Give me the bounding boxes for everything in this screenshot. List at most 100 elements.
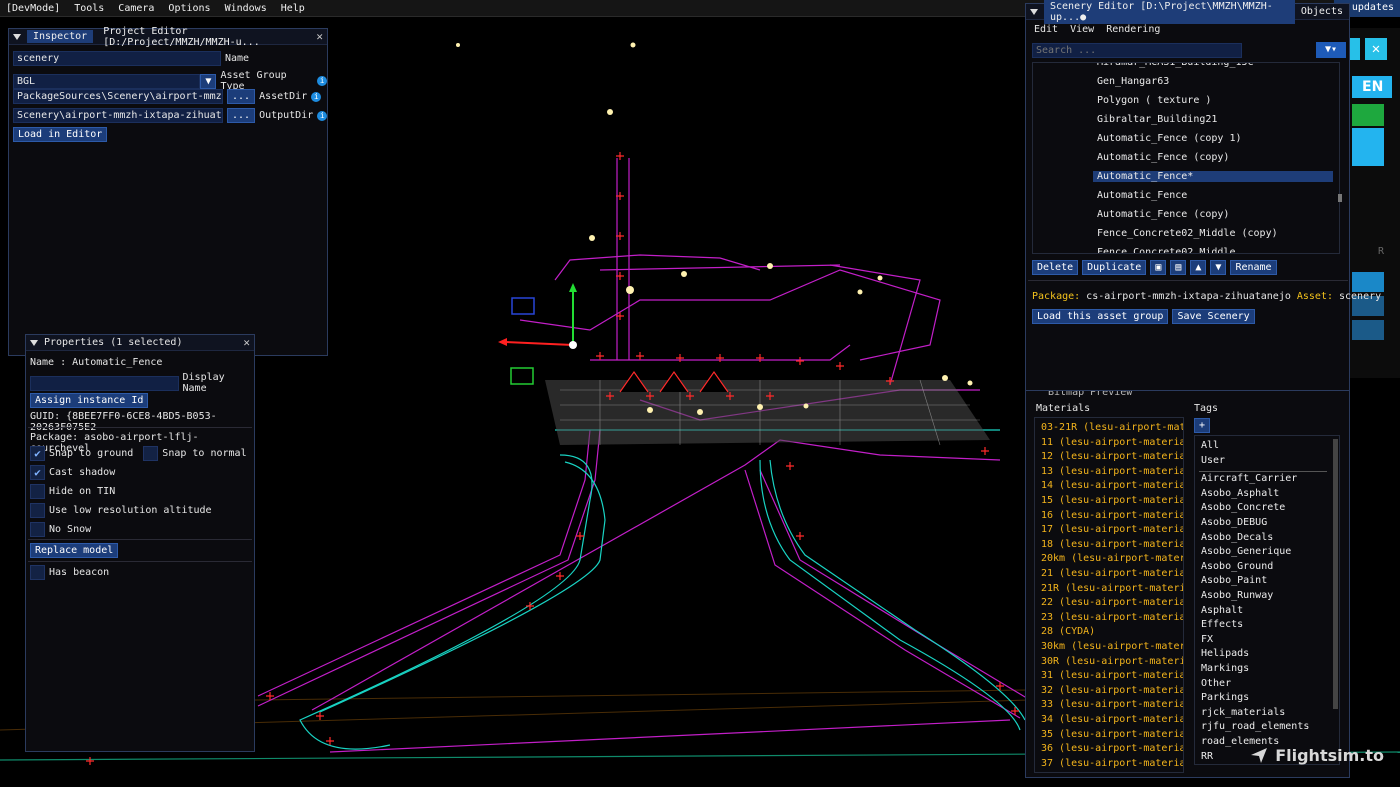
- scene-list-item[interactable]: Polygon ( texture ): [1097, 95, 1211, 106]
- scene-object-list[interactable]: Miramar_MCAS1_Building_15C Gen_Hangar63 Po…: [1032, 62, 1340, 254]
- material-item[interactable]: 22 (lesu-airport-materia: [1041, 597, 1183, 608]
- info-icon[interactable]: i: [317, 76, 327, 86]
- tag-item[interactable]: Asobo_Concrete: [1201, 502, 1285, 513]
- close-icon[interactable]: ✕: [316, 30, 323, 43]
- tab-project-editor[interactable]: Project Editor [D:/Project/MMZH/MMZH-u..…: [97, 25, 316, 49]
- info-icon[interactable]: i: [311, 91, 322, 102]
- move-up-icon[interactable]: ▲: [1190, 260, 1207, 275]
- scene-list-item[interactable]: Automatic_Fence: [1097, 190, 1187, 201]
- menu-help[interactable]: Help: [281, 3, 305, 14]
- material-item[interactable]: 16 (lesu-airport-materia: [1041, 510, 1183, 521]
- tab-objects[interactable]: Objects: [1295, 5, 1349, 18]
- scene-list-item[interactable]: Automatic_Fence*: [1093, 171, 1333, 182]
- material-item[interactable]: 37 (lesu-airport-materia: [1041, 758, 1183, 769]
- menu-edit[interactable]: Edit: [1034, 24, 1058, 35]
- tags-scrollbar[interactable]: [1333, 439, 1338, 709]
- collapse-triangle-icon[interactable]: [30, 339, 38, 346]
- material-item[interactable]: 33 (lesu-airport-materia: [1041, 699, 1183, 710]
- low-res-altitude-checkbox[interactable]: [30, 503, 45, 518]
- tab-scenery-editor[interactable]: Scenery Editor [D:\Project\MMZH\MMZH-up.…: [1044, 0, 1295, 24]
- en-button[interactable]: EN: [1352, 76, 1392, 98]
- scene-list-item[interactable]: Miramar_MCAS1_Building_15C: [1097, 63, 1254, 68]
- scene-list-item[interactable]: Fence_Concrete02_Middle: [1097, 247, 1235, 253]
- material-item[interactable]: 30km (lesu-airport-mater: [1041, 641, 1183, 652]
- move-down-icon[interactable]: ▼: [1210, 260, 1227, 275]
- scene-list-item[interactable]: Automatic_Fence (copy): [1097, 209, 1229, 220]
- scene-list-item[interactable]: Fence_Concrete02_Middle (copy): [1097, 228, 1278, 239]
- tag-item[interactable]: rjck_materials: [1201, 707, 1285, 718]
- snap-to-ground-checkbox[interactable]: ✔: [30, 446, 45, 461]
- name-field[interactable]: scenery: [13, 51, 221, 66]
- scene-list-item[interactable]: Gibraltar_Building21: [1097, 114, 1217, 125]
- menu-rendering[interactable]: Rendering: [1106, 24, 1160, 35]
- tags-list[interactable]: All User Aircraft_Carrier Asobo_Asphalt Asob…: [1194, 435, 1340, 765]
- cast-shadow-checkbox[interactable]: ✔: [30, 465, 45, 480]
- menu-tools[interactable]: Tools: [74, 3, 104, 14]
- asset-group-type-select[interactable]: BGL: [13, 73, 201, 89]
- tag-item[interactable]: Parkings: [1201, 692, 1249, 703]
- tag-item[interactable]: Asphalt: [1201, 605, 1243, 616]
- chevron-down-icon[interactable]: ▼: [200, 73, 217, 89]
- filter-icon[interactable]: ▼▾: [1316, 42, 1346, 58]
- tag-item[interactable]: Markings: [1201, 663, 1249, 674]
- tag-item[interactable]: User: [1201, 455, 1225, 466]
- material-item[interactable]: 36 (lesu-airport-materia: [1041, 743, 1183, 754]
- no-snow-checkbox[interactable]: [30, 522, 45, 537]
- output-dir-browse-button[interactable]: ...: [227, 108, 256, 123]
- tag-item[interactable]: Asobo_Paint: [1201, 575, 1267, 586]
- snap-to-normal-checkbox[interactable]: [143, 446, 159, 461]
- duplicate-button[interactable]: Duplicate: [1082, 260, 1147, 275]
- material-item[interactable]: 20km (lesu-airport-mater: [1041, 553, 1183, 564]
- material-item[interactable]: 15 (lesu-airport-materia: [1041, 495, 1183, 506]
- material-item[interactable]: 34 (lesu-airport-materia: [1041, 714, 1183, 725]
- menu-camera[interactable]: Camera: [118, 3, 154, 14]
- tag-item[interactable]: RR: [1201, 751, 1213, 762]
- scene-list-item[interactable]: Gen_Hangar63: [1097, 76, 1169, 87]
- load-in-editor-button[interactable]: Load in Editor: [13, 127, 108, 142]
- tag-item[interactable]: Asobo_Asphalt: [1201, 488, 1279, 499]
- green-toggle[interactable]: [1352, 104, 1384, 126]
- tag-item[interactable]: All: [1201, 440, 1219, 451]
- material-item[interactable]: 21R (lesu-airport-materi: [1041, 583, 1183, 594]
- material-item[interactable]: 13 (lesu-airport-materia: [1041, 466, 1183, 477]
- blue-button[interactable]: [1352, 272, 1384, 292]
- material-item[interactable]: 14 (lesu-airport-materia: [1041, 480, 1183, 491]
- tag-item[interactable]: Other: [1201, 678, 1231, 689]
- add-tag-button[interactable]: +: [1194, 418, 1211, 433]
- tag-item[interactable]: FX: [1201, 634, 1213, 645]
- menu-options[interactable]: Options: [168, 3, 210, 14]
- tag-item[interactable]: Asobo_Decals: [1201, 532, 1273, 543]
- collapse-triangle-icon[interactable]: [1030, 8, 1038, 15]
- material-item[interactable]: 30R (lesu-airport-materi: [1041, 656, 1183, 667]
- material-item[interactable]: 12 (lesu-airport-materia: [1041, 451, 1183, 462]
- tag-item[interactable]: Asobo_Generique: [1201, 546, 1291, 557]
- material-item[interactable]: 35 (lesu-airport-materia: [1041, 729, 1183, 740]
- material-item[interactable]: 18 (lesu-airport-materia: [1041, 539, 1183, 550]
- scene-list-item[interactable]: Automatic_Fence (copy 1): [1097, 133, 1242, 144]
- tag-item[interactable]: Asobo_Runway: [1201, 590, 1273, 601]
- save-scenery-button[interactable]: Save Scenery: [1172, 309, 1255, 324]
- material-item[interactable]: 11 (lesu-airport-materia: [1041, 437, 1183, 448]
- assign-instance-id-button[interactable]: Assign instance Id: [30, 393, 149, 408]
- display-name-field[interactable]: [30, 375, 179, 391]
- materials-list[interactable]: 03-21R (lesu-airport-mat 11 (lesu-airport…: [1034, 417, 1184, 773]
- material-item[interactable]: 32 (lesu-airport-materia: [1041, 685, 1183, 696]
- search-input[interactable]: [1032, 43, 1242, 58]
- output-dir-field[interactable]: Scenery\airport-mmzh-ixtapa-zihuatanejo: [13, 108, 223, 123]
- material-item[interactable]: 21 (lesu-airport-materia: [1041, 568, 1183, 579]
- add-folder-icon[interactable]: ▣: [1150, 260, 1167, 275]
- rename-button[interactable]: Rename: [1230, 260, 1277, 275]
- material-item[interactable]: 17 (lesu-airport-materia: [1041, 524, 1183, 535]
- material-item[interactable]: 28 (CYDA): [1041, 626, 1095, 637]
- asset-dir-browse-button[interactable]: ...: [227, 89, 256, 104]
- tag-item[interactable]: Asobo_Ground: [1201, 561, 1273, 572]
- material-item[interactable]: 03-21R (lesu-airport-mat: [1041, 422, 1183, 433]
- material-item[interactable]: 23 (lesu-airport-materia: [1041, 612, 1183, 623]
- delete-button[interactable]: Delete: [1032, 260, 1079, 275]
- collapse-triangle-icon[interactable]: [13, 33, 21, 40]
- material-item[interactable]: 31 (lesu-airport-materia: [1041, 670, 1183, 681]
- load-asset-group-button[interactable]: Load this asset group: [1032, 309, 1169, 324]
- close-icon[interactable]: ✕: [243, 336, 250, 349]
- folder-icon[interactable]: ▤: [1170, 260, 1187, 275]
- menu-devmode[interactable]: [DevMode]: [6, 3, 60, 14]
